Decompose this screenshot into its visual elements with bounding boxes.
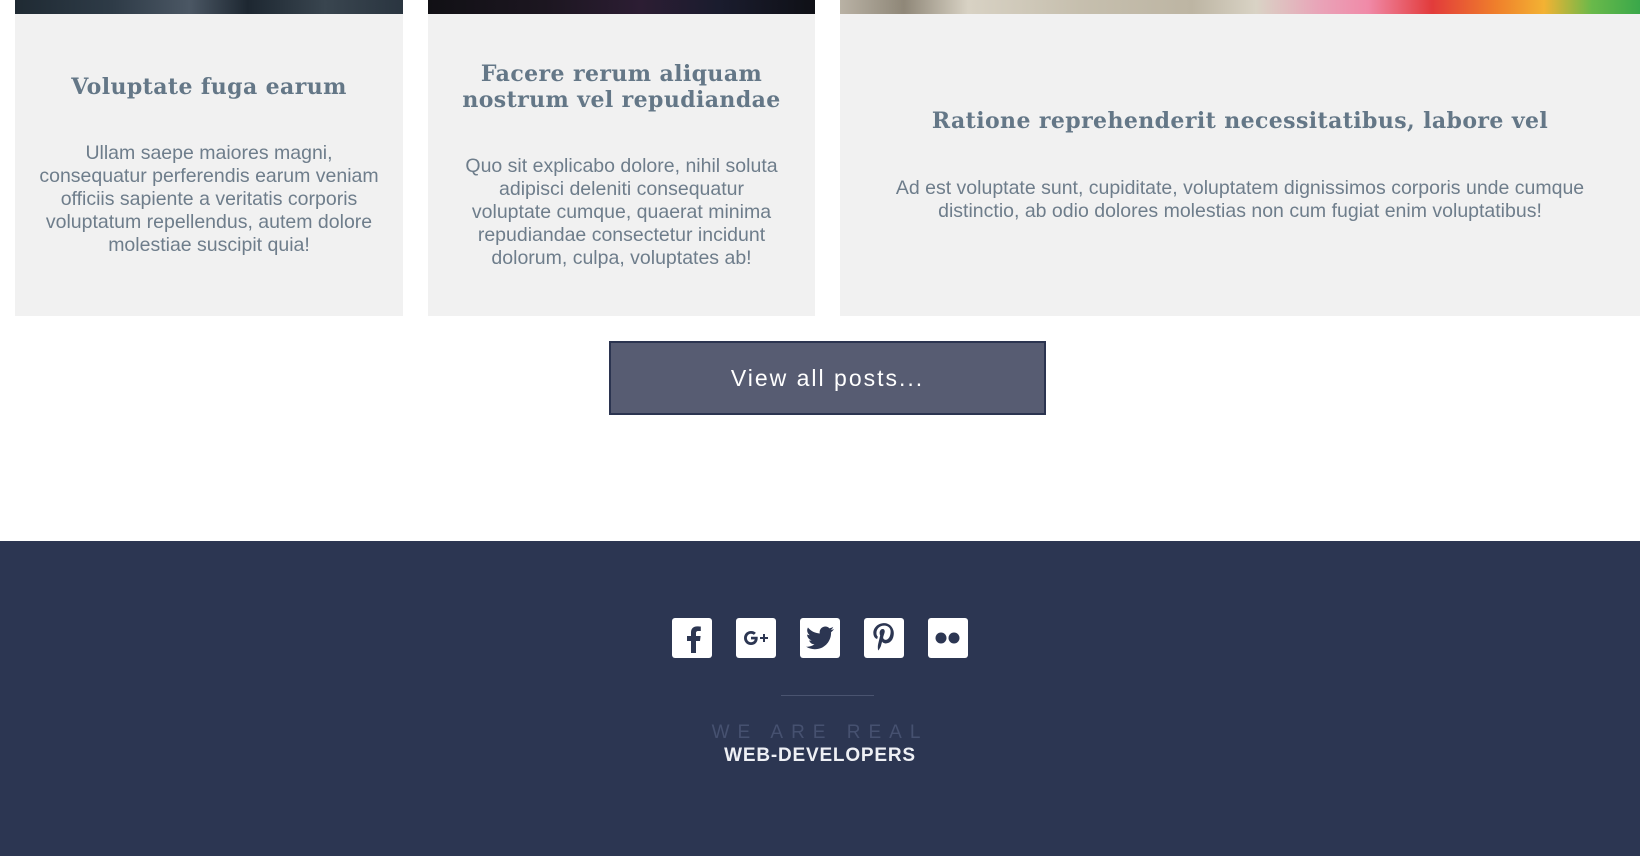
pinterest-icon[interactable] <box>864 618 904 658</box>
social-links <box>0 618 1640 658</box>
flickr-icon[interactable] <box>928 618 968 658</box>
post-card[interactable]: Ratione reprehenderit necessitatibus, la… <box>840 0 1640 316</box>
twitter-icon[interactable] <box>800 618 840 658</box>
footer: WE ARE REAL WEB-DEVELOPERS <box>0 541 1640 856</box>
post-card[interactable]: Voluptate fuga earum Ullam saepe maiores… <box>15 0 403 316</box>
post-title[interactable]: Facere rerum aliquam nostrum vel repudia… <box>458 61 785 113</box>
post-excerpt: Ullam saepe maiores magni, consequatur p… <box>39 142 379 256</box>
view-all-posts-button[interactable]: View all posts... <box>609 341 1046 415</box>
tagline-top: WE ARE REAL <box>711 722 929 743</box>
page: Voluptate fuga earum Ullam saepe maiores… <box>0 0 1640 856</box>
post-card[interactable]: Facere rerum aliquam nostrum vel repudia… <box>428 0 815 316</box>
post-title[interactable]: Voluptate fuga earum <box>35 74 383 100</box>
footer-divider <box>781 695 874 696</box>
tagline-bottom: WEB-DEVELOPERS <box>724 745 916 766</box>
post-image[interactable] <box>15 0 403 14</box>
post-title[interactable]: Ratione reprehenderit necessitatibus, la… <box>870 108 1610 134</box>
facebook-icon[interactable] <box>672 618 712 658</box>
post-image[interactable] <box>840 0 1640 14</box>
post-image[interactable] <box>428 0 815 14</box>
post-excerpt: Ad est voluptate sunt, cupiditate, volup… <box>895 177 1585 222</box>
google-plus-icon[interactable] <box>736 618 776 658</box>
post-excerpt: Quo sit explicabo dolore, nihil soluta a… <box>465 155 778 269</box>
